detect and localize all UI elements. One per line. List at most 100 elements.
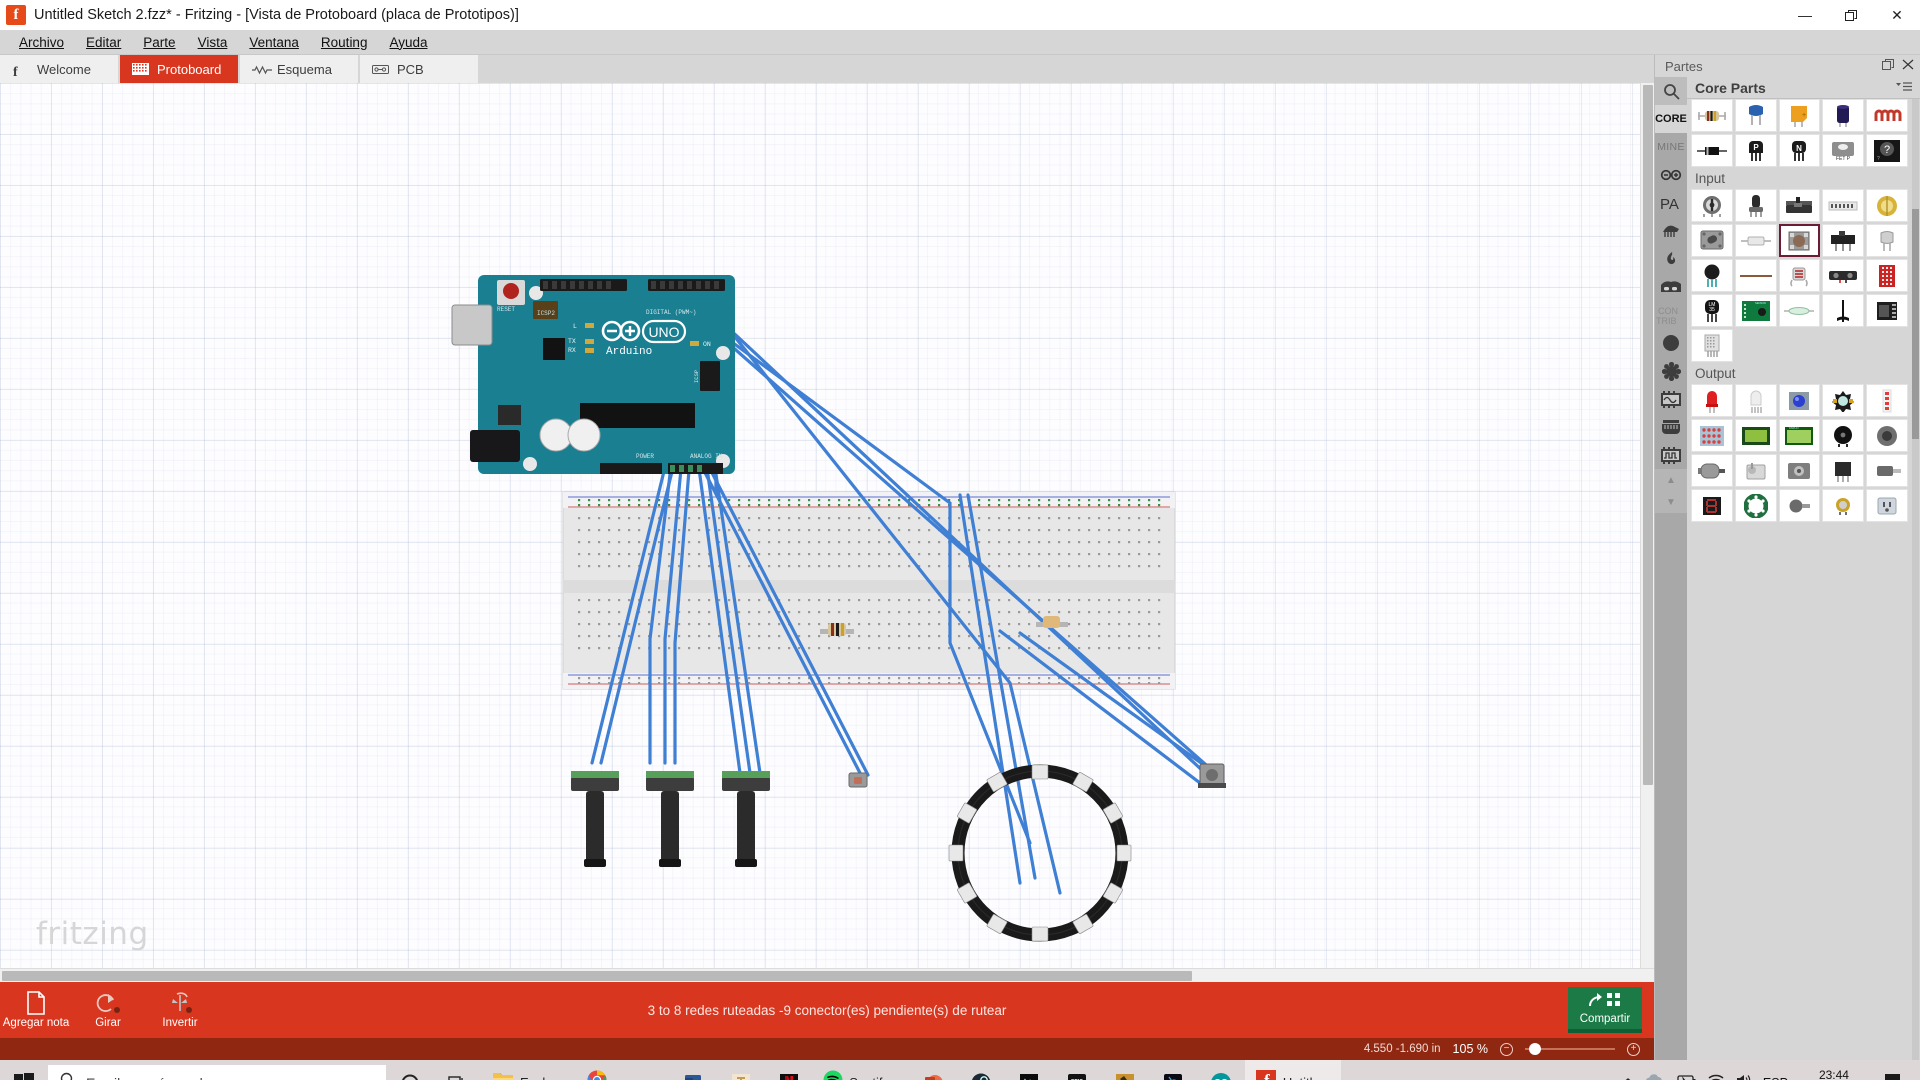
part-sensor-breakout-board[interactable]: SENSOR: [1734, 294, 1777, 327]
bin-vertical-scrollbar[interactable]: [1912, 99, 1919, 1060]
triangle-up-icon[interactable]: ▲: [1655, 469, 1687, 491]
snap-parts-icon[interactable]: [1655, 217, 1687, 245]
part-diode[interactable]: [1691, 134, 1733, 167]
part-rotary-encoder[interactable]: [1866, 189, 1908, 222]
ic-sine-icon[interactable]: [1655, 385, 1687, 413]
part-pushbutton[interactable]: [1778, 224, 1821, 257]
taskbar-app-fritzing[interactable]: f Untitle...: [1244, 1060, 1341, 1080]
canvas-horizontal-scrollbar[interactable]: [0, 968, 1654, 982]
part-photoresistor[interactable]: [1778, 259, 1821, 292]
close-icon[interactable]: [1902, 59, 1914, 73]
zoom-out-button[interactable]: −: [1500, 1042, 1513, 1056]
part-relay[interactable]: [1822, 454, 1865, 487]
part-vibration-motor[interactable]: [1778, 489, 1821, 522]
powerpoint-icon[interactable]: P: [909, 1060, 957, 1080]
csgo-icon[interactable]: [1101, 1060, 1149, 1080]
part-reed-switch[interactable]: [1734, 224, 1777, 257]
vertical-scroll-thumb[interactable]: [1643, 85, 1653, 785]
taskbar-app-chrome[interactable]: como ...: [577, 1060, 669, 1080]
part-solenoid[interactable]: [1866, 454, 1908, 487]
add-note-button[interactable]: Agregar nota: [0, 991, 72, 1029]
shield-bin-icon[interactable]: [1655, 273, 1687, 301]
zoom-in-button[interactable]: +: [1627, 1042, 1640, 1056]
blender-icon[interactable]: [1149, 1060, 1197, 1080]
close-button[interactable]: ✕: [1874, 0, 1920, 30]
part-antenna[interactable]: [1822, 294, 1865, 327]
battery-charging-icon[interactable]: [1675, 1074, 1697, 1080]
canvas-vertical-scrollbar[interactable]: [1640, 83, 1654, 982]
tab-pcb[interactable]: PCB: [360, 55, 480, 83]
language-indicator[interactable]: ESP: [1763, 1076, 1788, 1080]
part-ceramic-capacitor[interactable]: [1734, 99, 1777, 132]
part-neopixel-ring[interactable]: [1734, 489, 1777, 522]
connector-icon[interactable]: [1655, 413, 1687, 441]
part-trimmer-potentiometer[interactable]: [1691, 189, 1733, 222]
part-ic-sensor[interactable]: [1866, 294, 1908, 327]
part-red-led[interactable]: [1691, 384, 1733, 417]
zoom-slider[interactable]: [1525, 1043, 1615, 1055]
part-resistor[interactable]: [1691, 99, 1733, 132]
menu-parte[interactable]: Parte: [132, 32, 186, 53]
part-glass-reed-tube[interactable]: [1778, 294, 1821, 327]
triangle-down-icon[interactable]: ▼: [1655, 491, 1687, 513]
bin-mine[interactable]: MINE: [1655, 133, 1687, 161]
menu-routing[interactable]: Routing: [310, 32, 379, 53]
menu-editar[interactable]: Editar: [75, 32, 132, 53]
tab-protoboard[interactable]: Protoboard: [120, 55, 240, 83]
word-icon[interactable]: W: [669, 1060, 717, 1080]
rotate-button[interactable]: Girar: [72, 991, 144, 1029]
part-tantalum-capacitor[interactable]: +: [1778, 99, 1821, 132]
part-force-sensor[interactable]: [1691, 259, 1733, 292]
bin-pa[interactable]: PA: [1655, 189, 1687, 217]
undock-icon[interactable]: [1882, 59, 1894, 73]
taskbar-app-explorer[interactable]: Explor...: [482, 1060, 577, 1080]
netflix-icon[interactable]: [765, 1060, 813, 1080]
sparkfun-flame-icon[interactable]: [1655, 245, 1687, 273]
flip-button[interactable]: Invertir: [144, 991, 216, 1029]
gear-flower-icon[interactable]: [1655, 357, 1687, 385]
bin-contrib[interactable]: CON TRIB: [1655, 301, 1687, 329]
part-power-led-star[interactable]: [1822, 384, 1865, 417]
part-electrolytic-capacitor[interactable]: [1822, 99, 1865, 132]
steam-icon[interactable]: [957, 1060, 1005, 1080]
tab-welcome[interactable]: f Welcome: [0, 55, 120, 83]
ic-square-wave-icon[interactable]: [1655, 441, 1687, 469]
part-inductor[interactable]: [1866, 99, 1908, 132]
menu-vista[interactable]: Vista: [187, 32, 239, 53]
part-slide-switch[interactable]: [1822, 224, 1865, 257]
taskbar-app-spotify[interactable]: Spotify...: [813, 1060, 909, 1080]
part-keypad-matrix[interactable]: [1866, 259, 1908, 292]
part-speaker[interactable]: [1866, 419, 1908, 452]
part-rgb-led[interactable]: [1734, 384, 1777, 417]
part-thin-wire-sensor[interactable]: [1734, 259, 1777, 292]
arduino-infinity-icon[interactable]: [1655, 161, 1687, 189]
part-dip-switch[interactable]: [1822, 189, 1865, 222]
part-led-matrix[interactable]: [1691, 419, 1733, 452]
part-seven-segment-display[interactable]: [1691, 489, 1733, 522]
hamburger-menu-icon[interactable]: [1896, 81, 1912, 95]
chevron-up-icon[interactable]: [1621, 1074, 1635, 1080]
volume-icon[interactable]: [1735, 1073, 1753, 1080]
arduino-ide-icon[interactable]: [1197, 1060, 1245, 1080]
part-stepper-motor[interactable]: [1778, 454, 1821, 487]
part-tilt-sensor[interactable]: [1866, 224, 1908, 257]
taskbar-clock[interactable]: 23:44 25/09/2020: [1798, 1068, 1870, 1080]
cortana-circle-icon[interactable]: [386, 1060, 434, 1080]
search-icon[interactable]: [1655, 77, 1687, 105]
action-center-icon[interactable]: 5: [1880, 1072, 1910, 1080]
part-buzzer[interactable]: [1822, 419, 1865, 452]
windows-logo-icon[interactable]: [0, 1060, 48, 1080]
menu-ventana[interactable]: Ventana: [238, 32, 310, 53]
part-pnp-transistor[interactable]: P: [1734, 134, 1777, 167]
part-dc-motor[interactable]: [1691, 454, 1733, 487]
tab-esquema[interactable]: Esquema: [240, 55, 360, 83]
part-lcd-graphic-display[interactable]: DISPLAY: [1778, 419, 1821, 452]
epic-games-icon[interactable]: EPICGAMES: [1053, 1060, 1101, 1080]
bin-core[interactable]: CORE: [1655, 105, 1687, 133]
task-view-icon[interactable]: [434, 1060, 482, 1080]
part-piezo-element[interactable]: [1822, 489, 1865, 522]
part-dht-humidity-sensor[interactable]: [1691, 329, 1733, 362]
part-slide-potentiometer[interactable]: [1778, 189, 1821, 222]
part-led-strip[interactable]: [1866, 384, 1908, 417]
part-lcd-display-16x2[interactable]: [1734, 419, 1777, 452]
